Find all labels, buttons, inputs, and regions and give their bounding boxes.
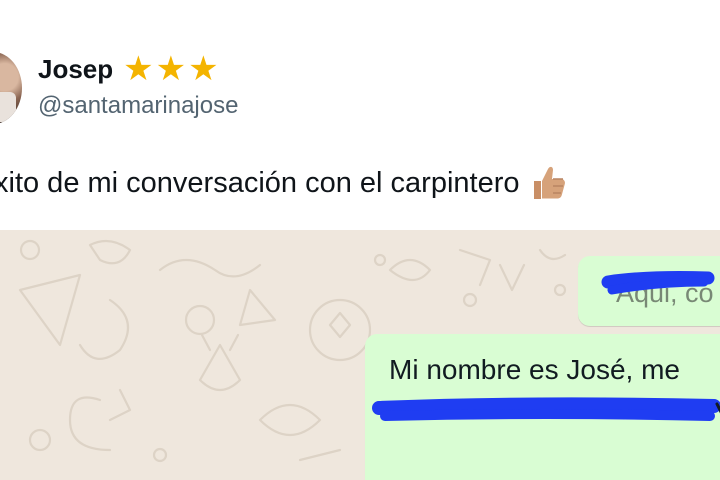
outgoing-message-bubble[interactable]: Mi nombre es José, me [365,334,720,480]
chat-screenshot: Aqui, có Mi nombre es José, me [0,230,720,480]
avatar[interactable] [0,52,22,124]
message-text: Aqui, có [616,278,714,308]
outgoing-message-bubble[interactable]: Aqui, có [578,256,720,326]
tweet-header: Josep ★ ★ ★ @santamarinajose xito de mi … [0,0,720,230]
author-handle[interactable]: @santamarinajose [38,92,238,120]
star-icon: ★ [155,50,187,88]
author-row: Josep ★ ★ ★ [38,52,219,86]
thumbs-up-icon [534,166,566,199]
message-text: Mi nombre es José, me [389,354,680,385]
tweet-text: xito de mi conversación con el carpinter… [0,166,520,199]
author-name[interactable]: Josep [38,54,113,85]
rating-stars: ★ ★ ★ [123,52,218,86]
tweet-text-row: xito de mi conversación con el carpinter… [0,163,569,203]
star-icon: ★ [123,50,154,88]
star-icon: ★ [188,50,219,88]
